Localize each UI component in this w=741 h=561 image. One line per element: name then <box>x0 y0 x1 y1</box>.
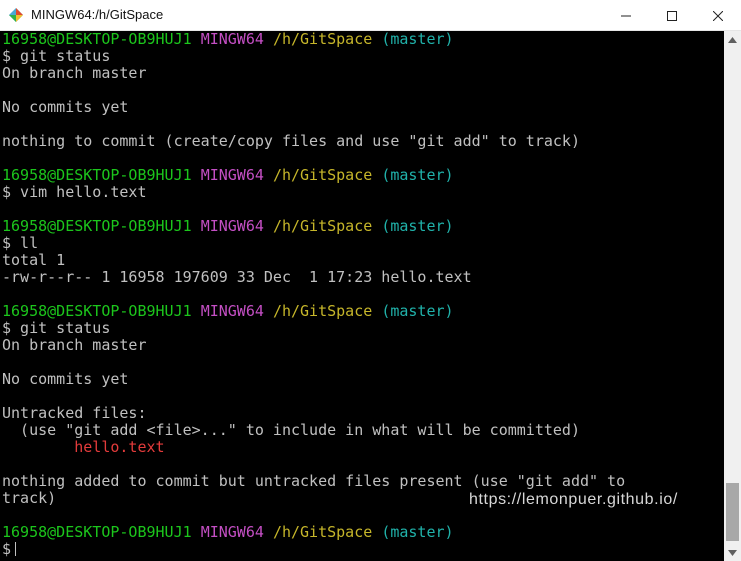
text-cursor <box>15 542 17 556</box>
prompt-branch: (master) <box>381 31 454 48</box>
prompt-user-host: 16958@DESKTOP-OB9HUJ1 <box>2 166 192 184</box>
prompt-branch: (master) <box>381 302 454 320</box>
chevron-up-icon <box>728 36 737 43</box>
prompt-branch: (master) <box>381 217 454 235</box>
output-line: -rw-r--r-- 1 16958 197609 33 Dec 1 17:23… <box>2 268 472 286</box>
prompt-user-host: 16958@DESKTOP-OB9HUJ1 <box>2 523 192 541</box>
prompt-line: 16958@DESKTOP-OB9HUJ1 MINGW64 /h/GitSpac… <box>2 167 454 184</box>
prompt-system: MINGW64 <box>200 217 264 235</box>
command-line: $ git status <box>2 47 111 65</box>
terminal-output[interactable]: 16958@DESKTOP-OB9HUJ1 MINGW64 /h/GitSpac… <box>0 31 724 561</box>
prompt-path: /h/GitSpace <box>272 302 373 320</box>
minimize-icon <box>621 15 631 16</box>
maximize-button[interactable] <box>649 0 695 31</box>
prompt-symbol: $ <box>2 540 12 558</box>
minimize-button[interactable] <box>603 0 649 31</box>
output-line: total 1 <box>2 251 66 269</box>
scroll-up-button[interactable] <box>724 31 741 48</box>
output-line: No commits yet <box>2 370 129 388</box>
input-line[interactable]: $ <box>2 540 17 558</box>
prompt-line: 16958@DESKTOP-OB9HUJ1 MINGW64 /h/GitSpac… <box>2 524 454 541</box>
vertical-scrollbar[interactable] <box>724 31 741 561</box>
output-line: nothing added to commit but untracked fi… <box>2 472 626 490</box>
prompt-path: /h/GitSpace <box>272 217 373 235</box>
output-line: Untracked files: <box>2 404 147 422</box>
prompt-system: MINGW64 <box>200 31 264 48</box>
prompt-user-host: 16958@DESKTOP-OB9HUJ1 <box>2 217 192 235</box>
git-bash-icon[interactable] <box>8 7 24 23</box>
window-title: MINGW64:/h/GitSpace <box>31 7 164 22</box>
prompt-line: 16958@DESKTOP-OB9HUJ1 MINGW64 /h/GitSpac… <box>2 31 454 48</box>
terminal-window: MINGW64:/h/GitSpace 16958@DESKTOP-OB9HUJ… <box>0 0 741 561</box>
output-line: track) <box>2 489 57 507</box>
chevron-down-icon <box>728 549 737 556</box>
watermark: https://lemonpuer.github.io/ <box>469 491 678 508</box>
prompt-system: MINGW64 <box>200 302 264 320</box>
prompt-user-host: 16958@DESKTOP-OB9HUJ1 <box>2 302 192 320</box>
prompt-line: 16958@DESKTOP-OB9HUJ1 MINGW64 /h/GitSpac… <box>2 303 454 320</box>
maximize-icon <box>667 10 677 21</box>
prompt-path: /h/GitSpace <box>272 166 373 184</box>
prompt-path: /h/GitSpace <box>272 31 373 48</box>
prompt-branch: (master) <box>381 523 454 541</box>
scroll-down-button[interactable] <box>724 544 741 561</box>
scroll-thumb[interactable] <box>726 483 739 541</box>
output-line: nothing to commit (create/copy files and… <box>2 132 580 150</box>
prompt-system: MINGW64 <box>200 166 264 184</box>
command-line: $ vim hello.text <box>2 183 147 201</box>
output-line: (use "git add <file>..." to include in w… <box>2 421 580 439</box>
output-line: On branch master <box>2 64 147 82</box>
prompt-branch: (master) <box>381 166 454 184</box>
output-line: No commits yet <box>2 98 129 116</box>
title-bar[interactable]: MINGW64:/h/GitSpace <box>0 0 741 31</box>
close-icon <box>713 10 723 21</box>
output-line: On branch master <box>2 336 147 354</box>
prompt-user-host: 16958@DESKTOP-OB9HUJ1 <box>2 31 192 48</box>
prompt-path: /h/GitSpace <box>272 523 373 541</box>
close-button[interactable] <box>695 0 741 31</box>
prompt-system: MINGW64 <box>200 523 264 541</box>
command-line: $ git status <box>2 319 111 337</box>
prompt-line: 16958@DESKTOP-OB9HUJ1 MINGW64 /h/GitSpac… <box>2 218 454 235</box>
untracked-file: hello.text <box>2 438 165 456</box>
command-line: $ ll <box>2 234 39 252</box>
